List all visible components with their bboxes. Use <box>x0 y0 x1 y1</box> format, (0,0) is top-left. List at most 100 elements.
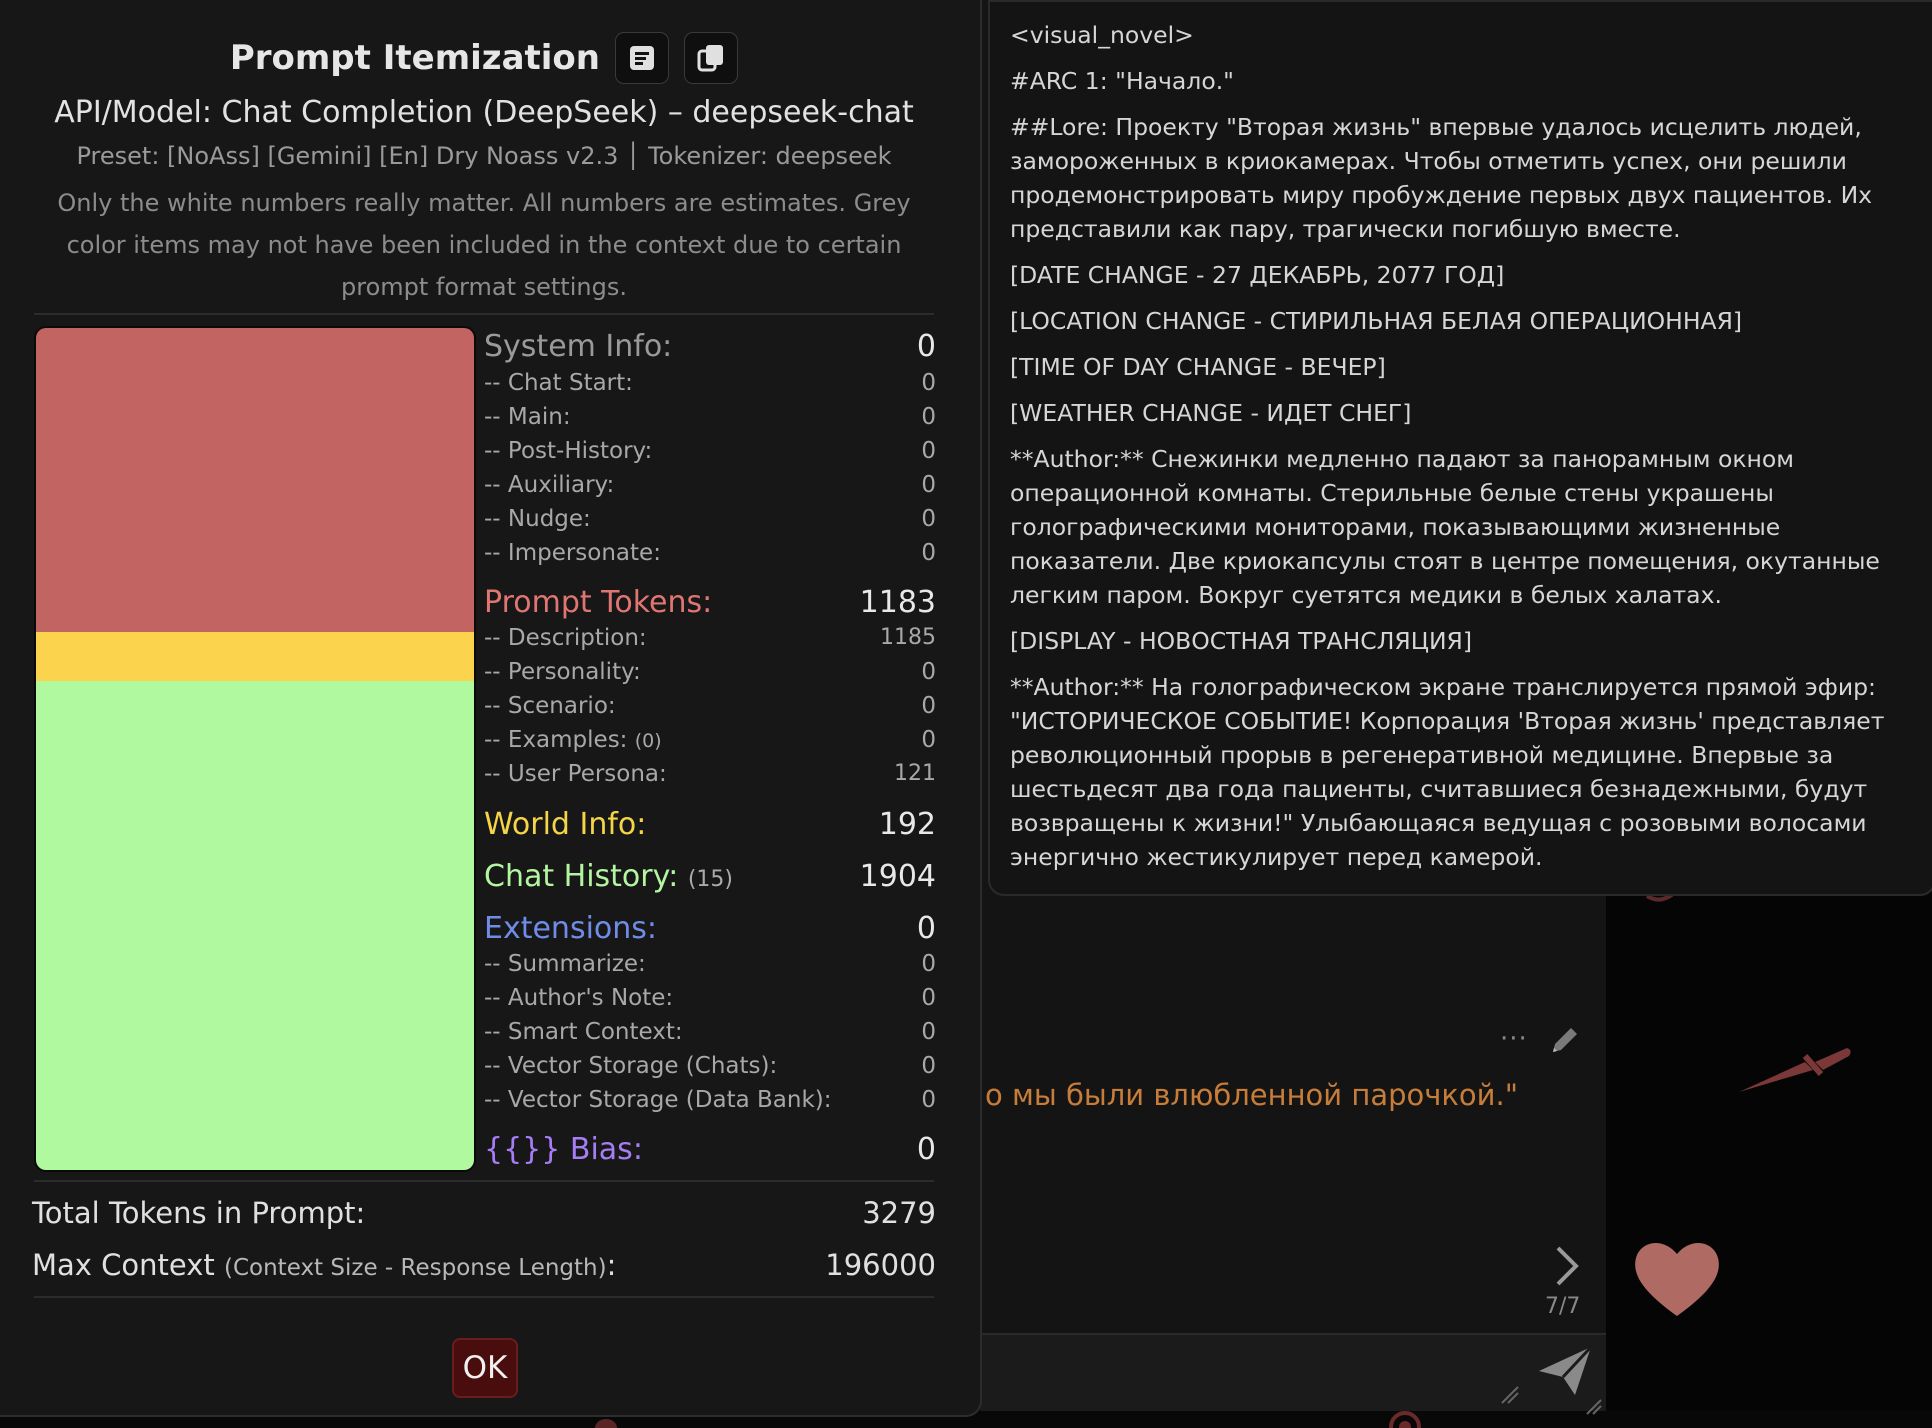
bar-segment-prompt-tokens <box>36 328 474 632</box>
extensions-subitem-row: -- Smart Context: 0 <box>484 1019 936 1051</box>
subitem-value: 0 <box>921 951 936 977</box>
subitem-value: 0 <box>921 370 936 396</box>
prompt-subitem-row: -- Personality: 0 <box>484 659 936 691</box>
subitem-label: -- User Persona: <box>484 761 667 787</box>
subitem-label: -- Examples: (0) <box>484 727 662 753</box>
world-info-value: 192 <box>878 807 936 842</box>
subitem-label: -- Nudge: <box>484 506 591 532</box>
resize-handle-icon[interactable] <box>1585 1398 1603 1416</box>
bias-value: 0 <box>916 1132 936 1167</box>
world-info-label: World Info: <box>484 807 647 842</box>
text-paragraph: ##Lore: Проекту "Вторая жизнь" впервые у… <box>1010 113 1873 243</box>
ok-button[interactable]: OK <box>452 1338 518 1398</box>
subitem-label: -- Post-History: <box>484 438 653 464</box>
system-subitem-row: -- Impersonate: 0 <box>484 540 936 572</box>
system-info-row: System Info: 0 <box>484 329 936 364</box>
extensions-subitem-row: -- Vector Storage (Data Bank): 0 <box>484 1087 936 1119</box>
bar-segment-world-info <box>36 631 474 682</box>
chat-history-label-group: Chat History: (15) <box>484 859 733 894</box>
subitem-value: 1185 <box>880 625 936 650</box>
subitem-value: 121 <box>894 761 936 786</box>
extensions-label: Extensions: <box>484 911 658 946</box>
subitem-value: 0 <box>921 1053 936 1079</box>
prompt-itemization-popup: Prompt Itemization API/Model: Chat Compl… <box>0 0 982 1417</box>
title-row: Prompt Itemization <box>0 32 968 84</box>
subitem-value: 0 <box>921 472 936 498</box>
copy-prompt-button[interactable] <box>684 32 739 84</box>
extensions-subitem-row: -- Author's Note: 0 <box>484 985 936 1017</box>
bias-row: {{}} Bias: 0 <box>484 1132 936 1167</box>
divider <box>34 313 934 315</box>
subitem-value: 0 <box>921 985 936 1011</box>
max-context-label-group: Max Context (Context Size - Response Len… <box>32 1248 616 1282</box>
subitem-label: -- Auxiliary: <box>484 472 615 498</box>
text-paragraph: **Author:** На голографическом экране тр… <box>1010 673 1885 871</box>
subitem-label: -- Scenario: <box>484 693 616 719</box>
text-paragraph: <visual_novel> <box>1010 21 1194 49</box>
subitem-value: 0 <box>921 506 936 532</box>
subitem-label: -- Chat Start: <box>484 370 633 396</box>
chat-history-count: (15) <box>687 867 734 892</box>
chat-message-text: о мы были влюбленной парочкой." <box>985 1078 1519 1112</box>
estimate-note: Only the white numbers really matter. Al… <box>57 189 911 301</box>
extensions-subitem-row: -- Summarize: 0 <box>484 951 936 983</box>
prompt-tokens-value: 1183 <box>859 585 936 620</box>
popup-title: Prompt Itemization <box>229 38 600 78</box>
extensions-row: Extensions: 0 <box>484 911 936 946</box>
swipe-counter: 7/7 <box>1545 1294 1581 1319</box>
prompt-subitem-row: -- Description: 1185 <box>484 625 936 657</box>
subitem-value: 0 <box>921 540 936 566</box>
divider <box>34 1180 934 1182</box>
max-context-paren: (Context Size - Response Length) <box>224 1255 607 1281</box>
examples-count: (0) <box>634 730 662 752</box>
text-paragraph: [DISPLAY - НОВОСТНАЯ ТРАНСЛЯЦИЯ] <box>1010 627 1473 655</box>
subitem-label: -- Vector Storage (Chats): <box>484 1053 778 1079</box>
subitem-value: 0 <box>921 693 936 719</box>
extensions-subitem-row: -- Vector Storage (Chats): 0 <box>484 1053 936 1085</box>
edit-pencil-icon[interactable] <box>1547 1024 1581 1058</box>
heart-decoration-icon <box>1635 1242 1719 1316</box>
knife-decoration-icon <box>1739 1048 1851 1092</box>
swipe-right-chevron-icon[interactable] <box>1552 1244 1582 1288</box>
subitem-label: -- Impersonate: <box>484 540 661 566</box>
subitem-label: -- Main: <box>484 404 571 430</box>
system-subitem-row: -- Post-History: 0 <box>484 438 936 470</box>
subitem-label: -- Personality: <box>484 659 641 685</box>
max-context-colon: : <box>606 1248 617 1282</box>
subitem-label: -- Summarize: <box>484 951 646 977</box>
text-paragraph: **Author:** Снежинки медленно падают за … <box>1010 445 1880 609</box>
prompt-subitem-row: -- User Persona: 121 <box>484 761 936 793</box>
system-info-value: 0 <box>916 329 936 364</box>
max-context-label: Max Context <box>32 1248 215 1282</box>
token-distribution-bar <box>34 326 476 1172</box>
view-prompt-button[interactable] <box>615 32 670 84</box>
world-info-row: World Info: 192 <box>484 807 936 842</box>
subitem-label: -- Description: <box>484 625 647 651</box>
api-model-line: API/Model: Chat Completion (DeepSeek) – … <box>54 95 914 130</box>
subitem-value: 0 <box>921 1087 936 1113</box>
extensions-value: 0 <box>916 911 936 946</box>
chat-history-label: Chat History: <box>484 859 679 894</box>
more-options-icon[interactable]: ··· <box>1500 1024 1528 1054</box>
resize-handle-icon[interactable] <box>1500 1385 1520 1405</box>
copy-icon <box>697 45 724 72</box>
max-context-value: 196000 <box>825 1248 936 1282</box>
prompt-tokens-label: Prompt Tokens: <box>484 585 713 620</box>
subitem-label: -- Smart Context: <box>484 1019 683 1045</box>
total-tokens-value: 3279 <box>862 1196 936 1230</box>
subitem-label: -- Author's Note: <box>484 985 674 1011</box>
subitem-value: 0 <box>921 438 936 464</box>
text-paragraph: [TIME OF DAY CHANGE - ВЕЧЕР] <box>1010 353 1386 381</box>
text-paragraph: [LOCATION CHANGE - СТИРИЛЬНАЯ БЕЛАЯ ОПЕР… <box>1010 307 1743 335</box>
chat-history-row: Chat History: (15) 1904 <box>484 859 936 894</box>
document-icon <box>630 46 655 70</box>
system-info-label: System Info: <box>484 329 673 364</box>
system-subitem-row: -- Chat Start: 0 <box>484 370 936 402</box>
prompt-text-panel[interactable]: <visual_novel> #ARC 1: "Начало." ##Lore:… <box>988 0 1932 896</box>
text-paragraph: [WEATHER CHANGE - ИДЕТ СНЕГ] <box>1010 399 1412 427</box>
prompt-text-content: <visual_novel> #ARC 1: "Начало." ##Lore:… <box>1010 18 1920 886</box>
send-icon[interactable] <box>1535 1341 1595 1401</box>
divider <box>34 1296 934 1298</box>
total-tokens-row: Total Tokens in Prompt: 3279 <box>32 1196 936 1236</box>
bar-segment-chat-history <box>36 681 474 1170</box>
